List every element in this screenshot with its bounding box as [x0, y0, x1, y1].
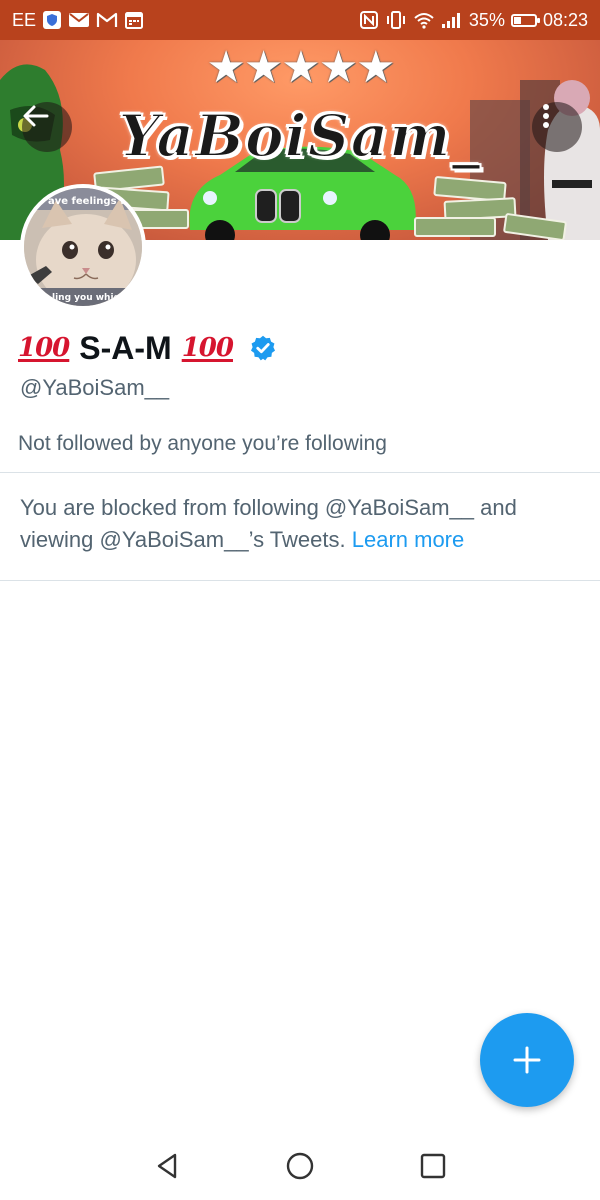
- nav-recents-icon: [420, 1153, 446, 1179]
- display-name: 100 S-A-M 100: [18, 328, 277, 368]
- banner-title: YaBoiSam_: [117, 101, 482, 171]
- back-button[interactable]: [22, 102, 72, 152]
- battery-level-fill: [513, 16, 521, 24]
- compose-tweet-button[interactable]: [480, 1013, 574, 1107]
- nav-recents-button[interactable]: [413, 1146, 453, 1186]
- more-options-button[interactable]: [532, 102, 582, 152]
- banner-stars: ★★★★★: [206, 43, 395, 92]
- status-bar-left: EE: [12, 10, 144, 31]
- arrow-left-icon: [23, 105, 49, 127]
- display-name-text: S-A-M: [79, 329, 172, 366]
- status-bar-right: 35% 08:23: [359, 10, 588, 31]
- battery-percent: 35%: [468, 9, 505, 30]
- carrier-label: EE: [12, 9, 37, 30]
- wifi-icon: [413, 11, 435, 29]
- blocked-notice: You are blocked from following @YaBoiSam…: [20, 492, 580, 556]
- more-vertical-icon: [543, 104, 549, 128]
- profile-handle: @YaBoiSam__: [20, 375, 170, 400]
- gmail-icon: [96, 11, 118, 29]
- avatar-cat-image: ave feelings t ling you which: [24, 188, 142, 306]
- nav-back-button[interactable]: [147, 1146, 187, 1186]
- signal-icon: [441, 11, 463, 29]
- vibrate-icon: [385, 10, 407, 30]
- nav-home-button[interactable]: [280, 1146, 320, 1186]
- system-nav-bar: [0, 1130, 600, 1200]
- divider: [0, 580, 600, 581]
- followed-by-text: Not followed by anyone you’re following: [18, 432, 387, 455]
- nfc-icon: [359, 10, 379, 30]
- status-bar: EE 35% 08:23: [0, 0, 600, 40]
- battery-icon: [510, 13, 540, 27]
- calendar-icon: [124, 10, 144, 30]
- nav-back-icon: [157, 1153, 177, 1179]
- divider: [0, 472, 600, 473]
- mail-icon: [68, 11, 90, 29]
- shield-icon: [42, 10, 62, 30]
- avatar-caption-top: ave feelings t: [48, 196, 125, 207]
- hundred-points-emoji: 100: [18, 333, 70, 363]
- nav-home-icon: [286, 1152, 314, 1180]
- learn-more-link[interactable]: Learn more: [352, 527, 465, 552]
- clock: 08:23: [542, 9, 588, 30]
- hundred-points-emoji: 100: [181, 333, 234, 363]
- avatar-caption-bottom: ling you which: [52, 293, 125, 303]
- profile-avatar[interactable]: ave feelings t ling you which: [20, 184, 146, 310]
- plus-icon: [513, 1046, 541, 1074]
- verified-badge-icon: [249, 334, 277, 362]
